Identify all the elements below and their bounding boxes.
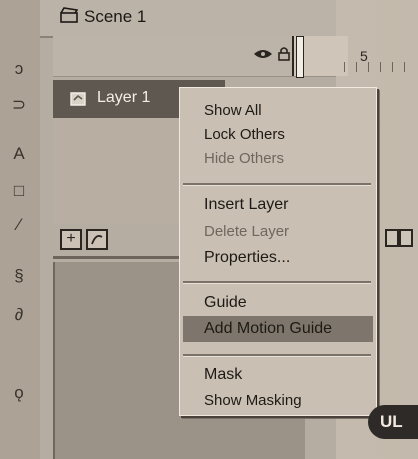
menu-item-mask[interactable]: Mask (204, 366, 242, 384)
ruler-tick (356, 62, 357, 72)
menu-separator (183, 281, 371, 284)
clapper-icon (60, 7, 78, 23)
layer-context-menu: Show All Lock Others Hide Others Insert … (179, 87, 377, 416)
menu-item-hide-others[interactable]: Hide Others (204, 150, 284, 167)
layer-name[interactable]: Layer 1 (97, 89, 150, 107)
ruler-tick (380, 62, 381, 72)
frame-number: 5 (360, 48, 368, 64)
corner-badge: UL (368, 405, 418, 439)
menu-item-show-all[interactable]: Show All (204, 102, 262, 119)
eye-icon[interactable] (253, 48, 273, 60)
menu-item-add-motion-guide[interactable]: Add Motion Guide (204, 320, 332, 338)
ruler-tick (344, 62, 345, 72)
tool-strip: ↄ ⊃ A □ ⁄ § ∂ ǫ (0, 0, 42, 459)
layer-page-icon (70, 92, 86, 106)
onion-skin-buttons (385, 229, 415, 247)
pen-tool-icon[interactable]: ⊃ (8, 94, 30, 116)
menu-item-show-masking[interactable]: Show Masking (204, 392, 302, 409)
menu-item-properties[interactable]: Properties... (204, 249, 290, 267)
menu-item-insert-layer[interactable]: Insert Layer (204, 196, 288, 214)
ruler-tick (368, 62, 369, 72)
rectangle-tool-icon[interactable]: □ (8, 180, 30, 202)
menu-item-guide[interactable]: Guide (204, 294, 247, 312)
scene-label[interactable]: Scene 1 (84, 7, 146, 27)
menu-separator (183, 183, 371, 186)
edit-multiple-frames-icon[interactable] (399, 229, 413, 247)
zoom-tool-icon[interactable]: ǫ (8, 382, 30, 404)
ruler-tick (392, 62, 393, 72)
ink-bottle-tool-icon[interactable]: § (8, 265, 30, 287)
eraser-tool-icon[interactable]: ∂ (8, 304, 30, 326)
lock-icon[interactable] (278, 46, 290, 61)
menu-item-lock-others[interactable]: Lock Others (204, 126, 285, 143)
playhead[interactable] (296, 36, 304, 78)
ruler-tick (404, 62, 405, 72)
onion-skin-icon[interactable] (385, 229, 399, 247)
lasso-tool-icon[interactable]: ↄ (8, 58, 30, 80)
text-tool-icon[interactable]: A (8, 143, 30, 165)
pencil-tool-icon[interactable]: ⁄ (8, 214, 30, 236)
add-layer-icon[interactable]: + (60, 229, 82, 250)
menu-separator (183, 354, 371, 357)
scene-bar: Scene 1 (40, 0, 336, 38)
add-guide-layer-icon[interactable] (86, 229, 108, 250)
menu-item-delete-layer[interactable]: Delete Layer (204, 223, 289, 240)
